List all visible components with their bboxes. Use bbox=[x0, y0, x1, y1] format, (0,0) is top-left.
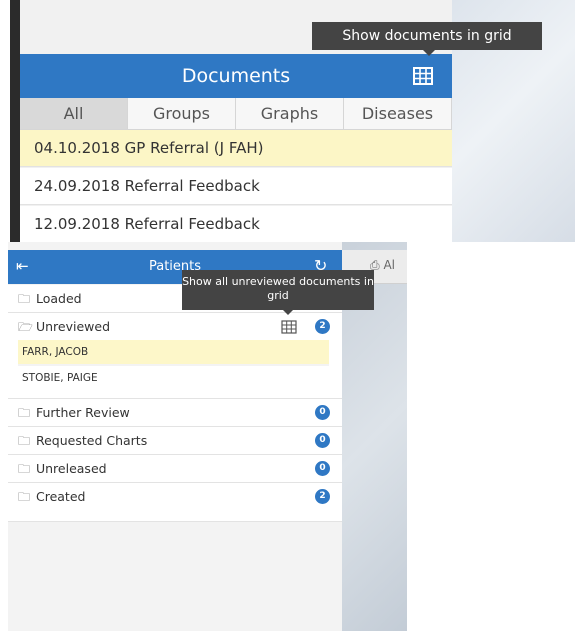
divider bbox=[8, 521, 342, 522]
tooltip-arrow bbox=[423, 50, 435, 56]
folder-icon: 🗀 bbox=[18, 462, 31, 476]
grid-tooltip: Show documents in grid bbox=[312, 22, 542, 50]
patient-row[interactable]: STOBIE, PAIGE bbox=[18, 366, 329, 390]
grid-icon[interactable] bbox=[281, 319, 297, 334]
patient-row[interactable]: FARR, JACOB bbox=[18, 340, 329, 364]
count-badge: 0 bbox=[315, 433, 330, 448]
left-dark-edge bbox=[10, 0, 20, 242]
folder-created[interactable]: 🗀 Created 2 bbox=[8, 483, 342, 510]
documents-tabs: All Groups Graphs Diseases bbox=[20, 98, 452, 130]
grid-icon[interactable] bbox=[412, 66, 434, 86]
folder-further-review[interactable]: 🗀 Further Review 0 bbox=[8, 399, 342, 426]
tab-groups[interactable]: Groups bbox=[128, 98, 236, 130]
tab-graphs[interactable]: Graphs bbox=[236, 98, 344, 130]
documents-header: Documents bbox=[20, 54, 452, 98]
folder-label: Unreviewed bbox=[35, 319, 111, 334]
folder-label: Further Review bbox=[35, 405, 130, 420]
documents-title: Documents bbox=[181, 65, 291, 87]
spacer bbox=[8, 510, 342, 521]
unreviewed-grid-tooltip: Show all unreviewed documents in grid bbox=[182, 270, 374, 310]
count-badge: 0 bbox=[315, 461, 330, 476]
folder-requested-charts[interactable]: 🗀 Requested Charts 0 bbox=[8, 427, 342, 454]
count-badge: 0 bbox=[315, 405, 330, 420]
tab-all[interactable]: All bbox=[20, 98, 128, 130]
folder-icon: 🗀 bbox=[18, 292, 31, 306]
folder-icon: 🗀 bbox=[18, 434, 31, 448]
folder-label: Requested Charts bbox=[35, 433, 148, 448]
folder-icon: 🗀 bbox=[18, 490, 31, 504]
count-badge: 2 bbox=[315, 319, 330, 334]
tooltip-arrow bbox=[283, 310, 293, 315]
document-row[interactable]: 12.09.2018 Referral Feedback bbox=[20, 206, 452, 243]
document-row[interactable]: 04.10.2018 GP Referral (J FAH) bbox=[20, 130, 452, 167]
blank-area bbox=[407, 242, 575, 631]
folder-label: Created bbox=[35, 489, 86, 504]
spacer bbox=[8, 390, 342, 398]
collapse-left-icon[interactable]: ⇤ bbox=[16, 257, 34, 275]
folder-label: Loaded bbox=[35, 291, 82, 306]
folder-icon: 🗀 bbox=[18, 406, 31, 420]
count-badge: 2 bbox=[315, 489, 330, 504]
open-folder-icon: 🗁 bbox=[18, 320, 33, 334]
document-row[interactable]: 24.09.2018 Referral Feedback bbox=[20, 168, 452, 205]
folder-unreleased[interactable]: 🗀 Unreleased 0 bbox=[8, 455, 342, 482]
folder-label: Unreleased bbox=[35, 461, 107, 476]
tab-diseases[interactable]: Diseases bbox=[344, 98, 452, 130]
